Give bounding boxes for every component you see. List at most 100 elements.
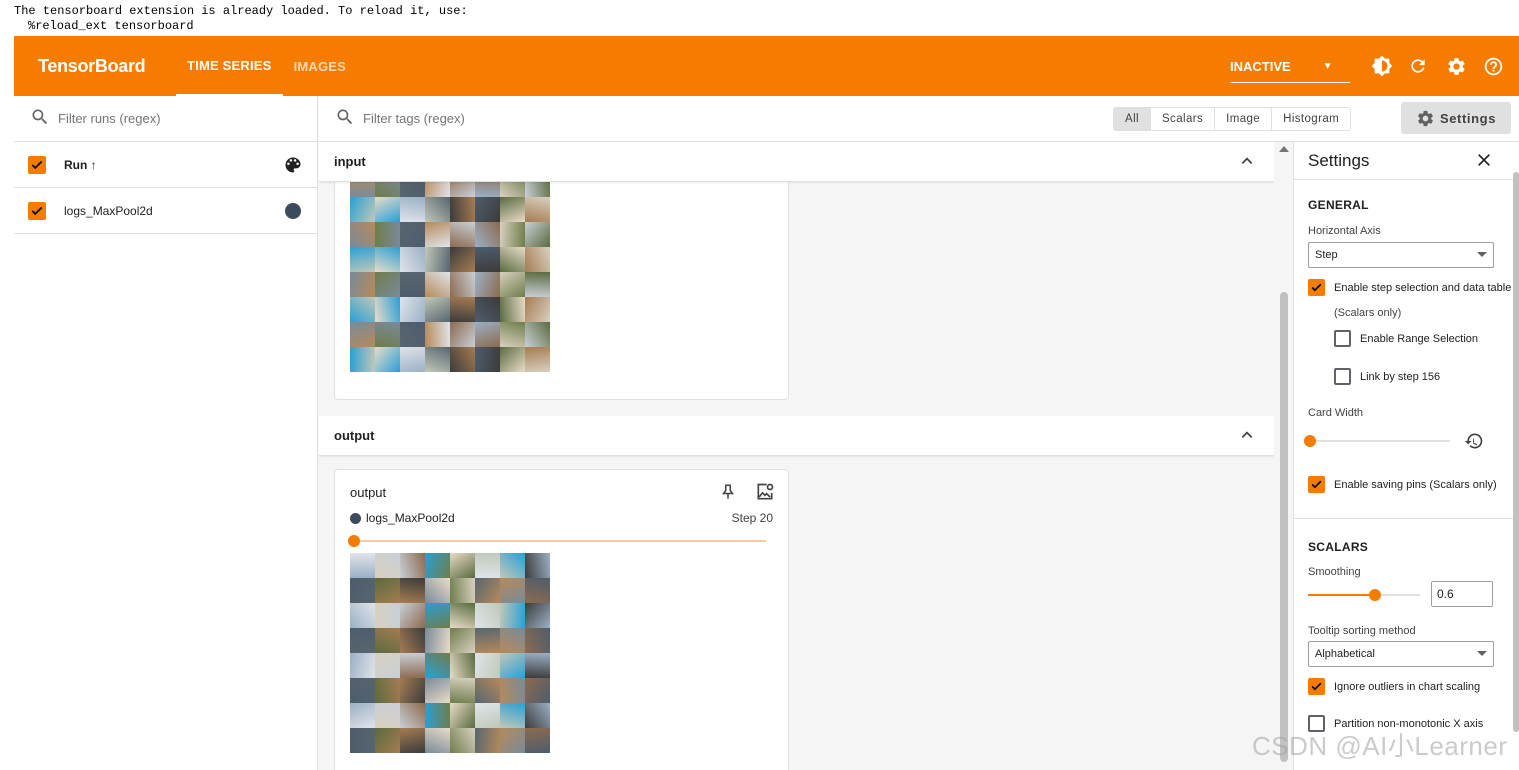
run-checkbox[interactable] [28, 201, 46, 220]
reset-icon[interactable] [1464, 431, 1484, 456]
image-thumbnail [350, 603, 375, 628]
search-icon [335, 107, 355, 130]
horizontal-axis-select[interactable]: Step [1308, 242, 1494, 268]
help-icon[interactable] [1481, 54, 1505, 78]
image-thumbnail [500, 678, 525, 703]
step-selection-checkbox[interactable] [1308, 279, 1325, 296]
settings-panel-title: Settings [1308, 150, 1370, 170]
chevron-up-icon[interactable] [1240, 154, 1254, 171]
image-thumbnail [350, 553, 375, 578]
brightness-icon[interactable] [1370, 54, 1394, 78]
run-color-swatch[interactable] [285, 203, 301, 219]
tensorboard-frame: TensorBoard TIME SERIES IMAGES INACTIVE … [14, 36, 1519, 770]
tab-images[interactable]: IMAGES [283, 36, 357, 96]
image-grid-input[interactable] [350, 172, 552, 372]
image-thumbnail [400, 628, 425, 653]
image-thumbnail [375, 197, 400, 222]
saving-pins-label: Enable saving pins (Scalars only) [1334, 478, 1497, 491]
smoothing-input[interactable]: 0.6 [1431, 581, 1493, 607]
image-thumbnail [500, 653, 525, 678]
settings-scrollbar[interactable] [1513, 172, 1519, 732]
run-column-header[interactable]: Run ↑ [64, 158, 97, 172]
chevron-down-icon [1477, 651, 1487, 656]
image-thumbnail [525, 578, 550, 603]
image-thumbnail [500, 222, 525, 247]
filter-all-button[interactable]: All [1114, 108, 1151, 130]
group-header-input[interactable]: input [319, 142, 1274, 182]
image-thumbnail [500, 578, 525, 603]
image-thumbnail [375, 728, 400, 753]
image-thumbnail [375, 653, 400, 678]
image-thumbnail [375, 222, 400, 247]
step-selection-option[interactable]: Enable step selection and data table [1308, 279, 1511, 296]
link-by-step-option[interactable]: Link by step 156 [1334, 368, 1440, 385]
runs-filter-input[interactable] [58, 111, 278, 126]
image-thumbnail [525, 272, 550, 297]
image-thumbnail [425, 222, 450, 247]
image-thumbnail [450, 322, 475, 347]
image-thumbnail [375, 272, 400, 297]
image-thumbnail [425, 297, 450, 322]
gear-icon[interactable] [1444, 54, 1468, 78]
tag-filter-bar: All Scalars Image Histogram Settings [319, 96, 1519, 142]
image-thumbnail [475, 222, 500, 247]
scroll-up-icon[interactable] [1279, 146, 1289, 152]
card-title: output [350, 485, 387, 500]
image-thumbnail [425, 728, 450, 753]
group-header-output[interactable]: output [319, 416, 1274, 456]
image-thumbnail [400, 703, 425, 728]
step-slider-knob[interactable] [348, 535, 360, 547]
saving-pins-checkbox[interactable] [1308, 476, 1325, 493]
tag-filter [335, 107, 663, 130]
watermark: CSDN @AI小Learner [1252, 731, 1508, 761]
range-selection-checkbox[interactable] [1334, 330, 1351, 347]
image-thumbnail [400, 247, 425, 272]
search-icon [30, 107, 50, 130]
runs-table-header: Run ↑ [14, 142, 317, 188]
image-thumbnail [375, 247, 400, 272]
plugin-selector-dropdown[interactable]: INACTIVE ▼ [1230, 36, 1360, 96]
link-by-step-checkbox[interactable] [1334, 368, 1351, 385]
image-thumbnail [500, 553, 525, 578]
filter-image-button[interactable]: Image [1215, 108, 1273, 130]
image-thumbnail [425, 578, 450, 603]
cards-scrollbar[interactable] [1276, 142, 1292, 770]
smoothing-slider-knob[interactable] [1369, 589, 1381, 601]
run-row[interactable]: logs_MaxPool2d [14, 188, 317, 234]
card-width-slider[interactable] [1304, 435, 1450, 447]
notebook-output-line-1: The tensorboard extension is already loa… [14, 4, 468, 18]
settings-button[interactable]: Settings [1401, 102, 1511, 134]
scroll-thumb[interactable] [1280, 292, 1288, 762]
filter-histogram-button[interactable]: Histogram [1272, 108, 1350, 130]
tab-time-series[interactable]: TIME SERIES [176, 36, 283, 96]
ignore-outliers-checkbox[interactable] [1308, 678, 1325, 695]
step-slider[interactable] [348, 535, 766, 547]
card-width-knob[interactable] [1304, 435, 1316, 447]
saving-pins-option[interactable]: Enable saving pins (Scalars only) [1308, 476, 1497, 493]
select-all-runs-checkbox[interactable] [28, 155, 46, 174]
image-thumbnail [475, 322, 500, 347]
image-thumbnail [425, 197, 450, 222]
range-selection-option[interactable]: Enable Range Selection [1334, 330, 1478, 347]
card-type-filter: All Scalars Image Histogram [1113, 107, 1352, 131]
image-thumbnail [500, 628, 525, 653]
smoothing-slider[interactable] [1308, 589, 1420, 601]
image-thumbnail [525, 197, 550, 222]
image-thumbnail [350, 197, 375, 222]
group-name: input [334, 154, 366, 169]
refresh-icon[interactable] [1406, 54, 1430, 78]
image-thumbnail [475, 703, 500, 728]
filter-scalars-button[interactable]: Scalars [1151, 108, 1216, 130]
ignore-outliers-option[interactable]: Ignore outliers in chart scaling [1308, 678, 1480, 695]
palette-icon[interactable] [283, 155, 303, 178]
image-thumbnail [400, 347, 425, 372]
close-icon[interactable] [1476, 152, 1492, 173]
scalars-heading: SCALARS [1308, 540, 1369, 554]
image-settings-icon[interactable] [754, 482, 776, 507]
tooltip-sort-select[interactable]: Alphabetical [1308, 641, 1494, 667]
image-thumbnail [500, 728, 525, 753]
tag-filter-input[interactable] [363, 111, 663, 126]
pin-icon[interactable] [719, 482, 737, 507]
image-grid-output[interactable] [350, 553, 552, 753]
chevron-up-icon[interactable] [1240, 428, 1254, 445]
